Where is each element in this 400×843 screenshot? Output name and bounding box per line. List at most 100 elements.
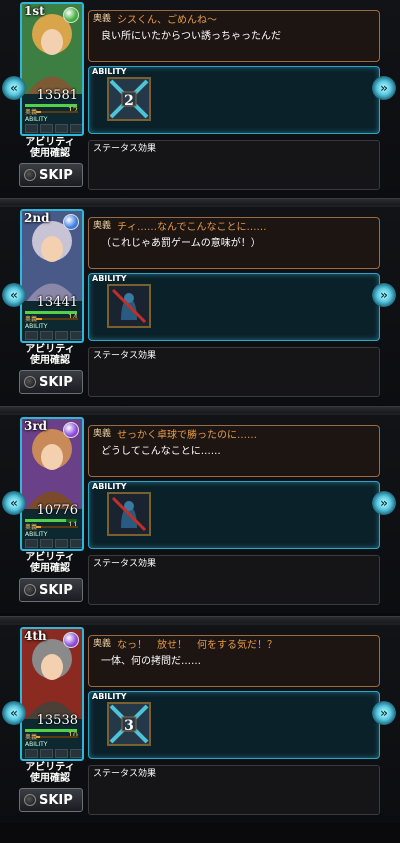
dialogue-box: 奥義 チィ……なんでこんなことに…… （これじゃあ罰ゲームの意味が！）	[88, 217, 380, 269]
ability-check-line2: 使用確認	[30, 773, 70, 784]
ability-box: ABILITY	[88, 481, 380, 549]
ability-check-label: アビリティ 使用確認	[18, 762, 82, 784]
status-effect-label: ステータス効果	[93, 769, 157, 779]
status-effect-box: ステータス効果	[88, 140, 380, 190]
dialogue-line-2: 一体、何の拷問だ……	[101, 656, 201, 667]
character-panel: 2nd 13441 奥義 14 ABILITY アビリティ 使用確認 SKIP …	[0, 207, 400, 405]
dialogue-line-1: シスくん、ごめんね～	[117, 15, 217, 26]
rank-label: 4th	[24, 629, 47, 643]
skip-button[interactable]: SKIP	[19, 788, 83, 812]
hp-value: 13538	[36, 713, 78, 728]
ability-slot	[70, 749, 82, 758]
character-portrait[interactable]: 2nd 13441 奥義 14 ABILITY	[20, 209, 84, 343]
ability-slot	[25, 124, 38, 133]
character-panel: 1st 13581 奥義 12 ABILITY アビリティ 使用確認 SKIP …	[0, 0, 400, 198]
element-orb-icon	[63, 632, 79, 648]
ability-slots	[25, 331, 82, 340]
skip-button[interactable]: SKIP	[19, 578, 83, 602]
ability-check-line1: アビリティ	[25, 344, 75, 355]
ability-art	[109, 286, 149, 326]
ability-art: 3	[109, 704, 149, 744]
dialogue-box: 奥義 シスくん、ごめんね～ 良い所にいたからつい誘っちゃったんだ	[88, 10, 380, 62]
rank-label: 2nd	[24, 211, 50, 225]
dialogue-box: 奥義 なっ！ 放せ！ 何をする気だ！？ 一体、何の拷問だ……	[88, 635, 380, 687]
dialogue-tag: 奥義	[93, 221, 112, 231]
sealed-figure-icon[interactable]	[107, 284, 151, 328]
next-arrow-button[interactable]: »	[372, 491, 396, 515]
dialogue-box: 奥義 せっかく卓球で勝ったのに…… どうしてこんなことに……	[88, 425, 380, 477]
ability-box: ABILITY 2	[88, 66, 380, 134]
dialogue-tag: 奥義	[93, 639, 112, 649]
ability-slots	[25, 124, 82, 133]
ability-slots	[25, 539, 82, 548]
character-portrait[interactable]: 1st 13581 奥義 12 ABILITY	[20, 2, 84, 136]
skip-toggle-icon	[24, 584, 36, 596]
crossed-swords-icon[interactable]: 3	[107, 702, 151, 746]
character-portrait[interactable]: 4th 13538 奥義 10 ABILITY	[20, 627, 84, 761]
skip-toggle-icon	[24, 169, 36, 181]
ability-slot	[25, 749, 38, 758]
chevron-left-icon: «	[10, 288, 18, 302]
next-arrow-button[interactable]: »	[372, 76, 396, 100]
ability-slot	[70, 539, 82, 548]
skip-label: SKIP	[39, 582, 73, 598]
ability-check-line2: 使用確認	[30, 563, 70, 574]
skip-label: SKIP	[39, 374, 73, 390]
next-arrow-button[interactable]: »	[372, 283, 396, 307]
ability-slot	[40, 331, 53, 340]
ability-check-label: アビリティ 使用確認	[18, 344, 82, 366]
ability-slot	[55, 539, 68, 548]
status-effect-label: ステータス効果	[93, 559, 157, 569]
ability-slot	[55, 749, 68, 758]
hp-value: 13441	[36, 295, 78, 310]
next-arrow-button[interactable]: »	[372, 701, 396, 725]
status-effect-box: ステータス効果	[88, 347, 380, 397]
character-panel: 3rd 10776 奥義 11 ABILITY アビリティ 使用確認 SKIP …	[0, 415, 400, 613]
ability-check-label: アビリティ 使用確認	[18, 552, 82, 574]
ability-box-label: ABILITY	[92, 482, 127, 491]
rank-label: 3rd	[24, 419, 48, 433]
character-portrait[interactable]: 3rd 10776 奥義 11 ABILITY	[20, 417, 84, 551]
ability-slot	[70, 331, 82, 340]
chevron-left-icon: «	[10, 706, 18, 720]
prev-arrow-button[interactable]: «	[2, 491, 26, 515]
prev-arrow-button[interactable]: «	[2, 283, 26, 307]
sealed-figure-icon[interactable]	[107, 492, 151, 536]
status-effect-label: ステータス効果	[93, 351, 157, 361]
prev-arrow-button[interactable]: «	[2, 701, 26, 725]
crossed-swords-icon[interactable]: 2	[107, 77, 151, 121]
ability-box-label: ABILITY	[92, 67, 127, 76]
status-effect-box: ステータス効果	[88, 555, 380, 605]
ability-slot	[25, 331, 38, 340]
ability-box-label: ABILITY	[92, 274, 127, 283]
skip-toggle-icon	[24, 794, 36, 806]
portrait-ability-label: ABILITY	[25, 116, 48, 123]
ability-art	[109, 494, 149, 534]
ability-slot	[55, 331, 68, 340]
ability-slot	[40, 539, 53, 548]
ability-slots	[25, 749, 82, 758]
skip-button[interactable]: SKIP	[19, 370, 83, 394]
chevron-left-icon: «	[10, 496, 18, 510]
hp-value: 10776	[36, 503, 78, 518]
ability-slot	[55, 124, 68, 133]
ability-check-line1: アビリティ	[25, 552, 75, 563]
ability-slot	[25, 539, 38, 548]
ougi-bar	[36, 111, 78, 113]
dialogue-line-2: （これじゃあ罰ゲームの意味が！）	[101, 238, 261, 249]
dialogue-line-1: チィ……なんでこんなことに……	[117, 222, 267, 233]
ability-box: ABILITY 3	[88, 691, 380, 759]
chevron-left-icon: «	[10, 81, 18, 95]
ability-count: 3	[124, 718, 134, 734]
character-panel: 4th 13538 奥義 10 ABILITY アビリティ 使用確認 SKIP …	[0, 625, 400, 823]
skip-label: SKIP	[39, 167, 73, 183]
dialogue-tag: 奥義	[93, 14, 112, 24]
portrait-ability-label: ABILITY	[25, 323, 48, 330]
skip-label: SKIP	[39, 792, 73, 808]
skip-button[interactable]: SKIP	[19, 163, 83, 187]
dialogue-line-1: なっ！ 放せ！ 何をする気だ！？	[117, 640, 277, 651]
chevron-right-icon: »	[380, 496, 388, 510]
dialogue-line-2: どうしてこんなことに……	[101, 446, 221, 457]
ability-slot	[40, 749, 53, 758]
prev-arrow-button[interactable]: «	[2, 76, 26, 100]
